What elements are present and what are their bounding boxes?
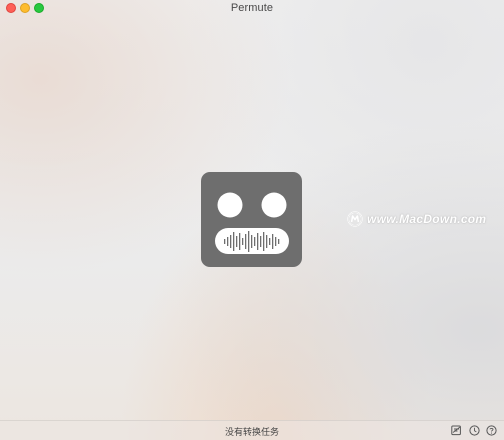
app-window: Permute www.MacDown.com 没有转换任务 <box>0 0 504 440</box>
status-text: 没有转换任务 <box>224 427 279 437</box>
macdown-logo-icon <box>347 211 363 227</box>
window-title: Permute <box>230 2 274 14</box>
presets-icon[interactable] <box>451 425 462 436</box>
robot-audio-icon <box>201 172 302 272</box>
help-icon[interactable] <box>486 425 497 436</box>
status-bar: 没有转换任务 <box>0 420 504 440</box>
watermark-text: www.MacDown.com <box>367 212 487 226</box>
watermark: www.MacDown.com <box>347 211 486 227</box>
history-clock-icon[interactable] <box>469 425 480 436</box>
title-bar[interactable]: Permute <box>0 0 504 18</box>
